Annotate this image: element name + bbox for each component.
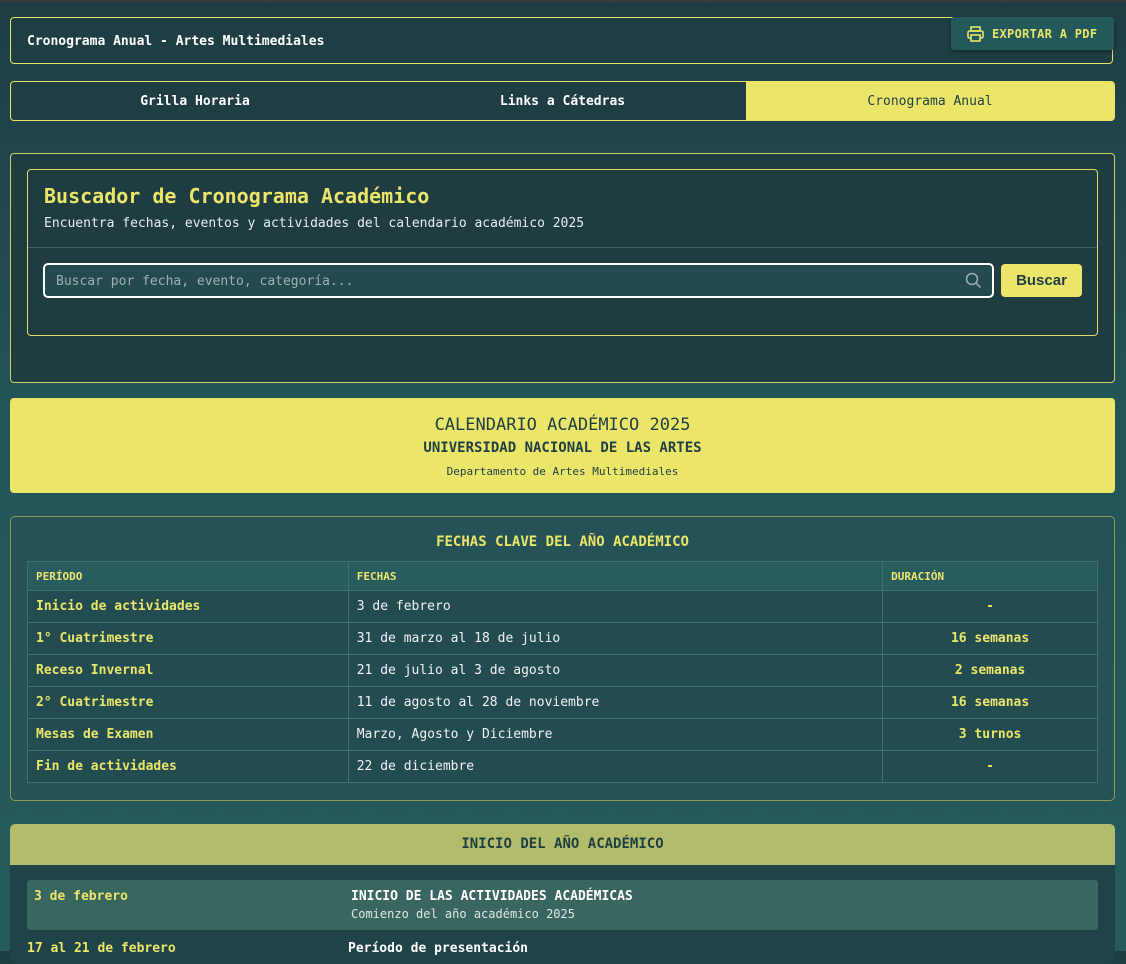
app-header: Cronograma Anual - Artes Multimediales xyxy=(10,17,1113,64)
dates-cell: 22 de diciembre xyxy=(347,750,884,783)
column-header-period: PERÍODO xyxy=(27,561,349,591)
tab-grilla-horaria[interactable]: Grilla Horaria xyxy=(11,82,379,120)
table-row: Mesas de Examen Marzo, Agosto y Diciembr… xyxy=(27,718,1098,751)
search-input[interactable] xyxy=(54,265,948,298)
event-date: 17 al 21 de febrero xyxy=(27,941,176,956)
table-row: Fin de actividades 22 de diciembre - xyxy=(27,750,1098,783)
search-card: Buscador de Cronograma Académico Encuent… xyxy=(27,169,1098,336)
period-cell: Mesas de Examen xyxy=(27,718,349,751)
search-panel: Buscador de Cronograma Académico Encuent… xyxy=(10,153,1115,383)
export-pdf-label: EXPORTAR A PDF xyxy=(992,26,1098,41)
event-title: INICIO DE LAS ACTIVIDADES ACADÉMICAS xyxy=(351,889,633,904)
duration-cell: - xyxy=(882,750,1098,783)
banner-title: CALENDARIO ACADÉMICO 2025 xyxy=(434,415,691,435)
event-subtitle: Comienzo del año académico 2025 xyxy=(351,907,575,921)
period-cell: Fin de actividades xyxy=(27,750,349,783)
export-pdf-button[interactable]: EXPORTAR A PDF xyxy=(951,17,1114,50)
search-subtitle: Encuentra fechas, eventos y actividades … xyxy=(44,216,585,231)
period-cell: Inicio de actividades xyxy=(27,590,349,623)
key-dates-heading: FECHAS CLAVE DEL AÑO ACADÉMICO xyxy=(436,534,689,550)
tab-cronograma-anual[interactable]: Cronograma Anual xyxy=(746,82,1114,120)
main-tabs: Grilla Horaria Links a Cátedras Cronogra… xyxy=(10,81,1115,121)
dates-cell: 31 de marzo al 18 de julio xyxy=(347,622,884,655)
event-title: Período de presentación xyxy=(348,941,529,956)
tab-links-catedras[interactable]: Links a Cátedras xyxy=(379,82,746,120)
banner-university: UNIVERSIDAD NACIONAL DE LAS ARTES xyxy=(423,440,702,456)
table-row: 1° Cuatrimestre 31 de marzo al 18 de jul… xyxy=(27,622,1098,655)
table-row: Receso Invernal 21 de julio al 3 de agos… xyxy=(27,654,1098,687)
window-top-border xyxy=(0,0,1126,2)
search-icon[interactable] xyxy=(965,272,982,289)
table-row: 2° Cuatrimestre 11 de agosto al 28 de no… xyxy=(27,686,1098,719)
duration-cell: 2 semanas xyxy=(882,654,1098,687)
event-card: 3 de febrero INICIO DE LAS ACTIVIDADES A… xyxy=(27,880,1098,930)
period-cell: 2° Cuatrimestre xyxy=(27,686,349,719)
duration-cell: 3 turnos xyxy=(882,718,1098,751)
event-date: 3 de febrero xyxy=(34,889,128,904)
duration-cell: 16 semanas xyxy=(882,622,1098,655)
key-dates-table: PERÍODO FECHAS DURACIÓN Inicio de activi… xyxy=(27,561,1098,783)
calendar-banner: CALENDARIO ACADÉMICO 2025 UNIVERSIDAD NA… xyxy=(10,398,1115,493)
period-cell: Receso Invernal xyxy=(27,654,349,687)
divider xyxy=(28,247,1097,248)
duration-cell: - xyxy=(882,590,1098,623)
banner-department: Departamento de Artes Multimediales xyxy=(446,465,679,478)
column-header-duration: DURACIÓN xyxy=(882,561,1098,591)
dates-cell: 3 de febrero xyxy=(347,590,884,623)
key-dates-panel: FECHAS CLAVE DEL AÑO ACADÉMICO PERÍODO F… xyxy=(10,516,1115,801)
column-header-dates: FECHAS xyxy=(347,561,884,591)
table-header-row: PERÍODO FECHAS DURACIÓN xyxy=(27,561,1098,591)
search-button[interactable]: Buscar xyxy=(1001,264,1082,297)
search-field[interactable] xyxy=(43,263,994,298)
period-cell: 1° Cuatrimestre xyxy=(27,622,349,655)
dates-cell: Marzo, Agosto y Diciembre xyxy=(347,718,884,751)
dates-cell: 11 de agosto al 28 de noviembre xyxy=(347,686,884,719)
table-row: Inicio de actividades 3 de febrero - xyxy=(27,590,1098,623)
printer-icon xyxy=(967,25,984,42)
academic-start-section: INICIO DEL AÑO ACADÉMICO 3 de febrero IN… xyxy=(10,824,1115,964)
page-title: Cronograma Anual - Artes Multimediales xyxy=(27,34,325,49)
duration-cell: 16 semanas xyxy=(882,686,1098,719)
section-heading: INICIO DEL AÑO ACADÉMICO xyxy=(10,824,1115,865)
search-heading: Buscador de Cronograma Académico xyxy=(44,184,430,208)
dates-cell: 21 de julio al 3 de agosto xyxy=(347,654,884,687)
